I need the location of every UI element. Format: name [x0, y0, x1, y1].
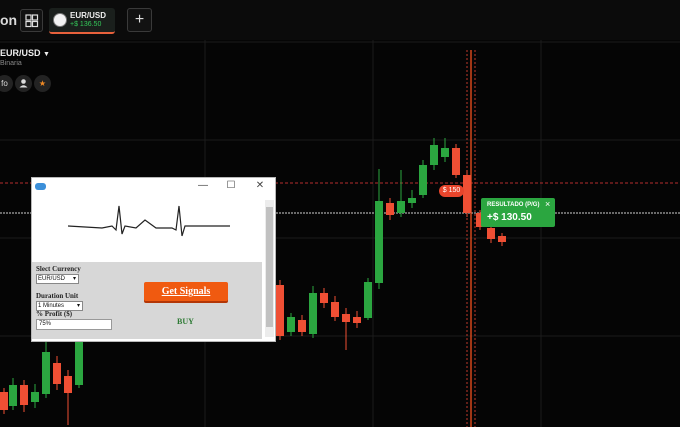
signal-result: BUY — [177, 317, 194, 326]
currency-label: Slect Currency — [36, 265, 81, 273]
strike-price-bubble: $ 150 — [439, 185, 464, 197]
signals-window: — ☐ ✕ Slect Currency EUR/USD ▾ Duration U… — [31, 177, 276, 342]
result-value: +$ 130.50 — [487, 212, 532, 223]
maximize-button[interactable]: ☐ — [225, 180, 237, 191]
candle — [42, 352, 50, 394]
app-window-icon — [35, 183, 46, 190]
candle — [353, 317, 361, 323]
candle — [320, 293, 328, 303]
candle — [364, 282, 372, 318]
app-title: on — [0, 12, 18, 28]
candle — [75, 340, 83, 385]
user-button[interactable] — [15, 75, 32, 92]
flag-icon — [53, 13, 67, 27]
candle — [375, 201, 383, 283]
candle — [9, 385, 17, 406]
duration-value: 1 Minutes — [38, 303, 65, 309]
currency-value: EUR/USD — [38, 276, 66, 282]
candle — [386, 203, 394, 215]
candle — [0, 392, 8, 410]
signal-form: Slect Currency EUR/USD ▾ Duration Unit 1 … — [32, 262, 262, 339]
profit-label: % Profit ($) — [36, 310, 73, 318]
plus-icon: + — [134, 11, 145, 28]
candle — [287, 317, 295, 332]
candle — [298, 320, 306, 332]
candle — [64, 376, 72, 393]
candle — [419, 165, 427, 195]
close-icon[interactable]: × — [545, 199, 550, 209]
candle — [397, 201, 405, 213]
candle — [331, 302, 339, 317]
candle — [342, 314, 350, 322]
user-icon — [19, 79, 28, 88]
candle — [452, 148, 460, 175]
chevron-down-icon: ▾ — [76, 303, 80, 309]
tab-pair-label: EUR/USD — [70, 11, 107, 20]
candle — [463, 175, 471, 213]
asset-tab-eurusd[interactable]: EUR/USD +$ 136.50 — [49, 8, 115, 34]
asset-type: Binaria — [0, 60, 22, 67]
candle — [309, 293, 317, 334]
heartbeat-icon — [68, 205, 230, 237]
scrollbar-thumb[interactable] — [266, 207, 273, 327]
dropdown-caret-icon: ▼ — [43, 51, 50, 58]
favorite-button[interactable]: ★ — [34, 75, 51, 92]
asset-selector[interactable]: EUR/USD ▼ — [0, 48, 50, 58]
add-tab-button[interactable]: + — [127, 8, 152, 32]
candle — [430, 145, 438, 165]
candle — [487, 228, 495, 239]
info-label: fo — [1, 79, 8, 88]
profit-input[interactable]: 75% — [36, 319, 112, 330]
star-icon: ★ — [38, 79, 47, 88]
result-badge: RESULTADO (P/G) +$ 130.50 × — [481, 198, 555, 227]
duration-label: Duration Unit — [36, 292, 79, 300]
asset-pair-label: EUR/USD — [0, 48, 41, 58]
candle — [498, 236, 506, 242]
candle — [276, 285, 284, 336]
profit-value: 75% — [39, 321, 52, 327]
tab-pnl-value: +$ 136.50 — [70, 21, 102, 28]
chevron-down-icon: ▾ — [72, 276, 76, 282]
candle — [408, 198, 416, 203]
currency-select[interactable]: EUR/USD ▾ — [36, 274, 79, 284]
result-title: RESULTADO (P/G) — [487, 202, 540, 208]
grid-menu-button[interactable] — [20, 9, 43, 32]
minimize-button[interactable]: — — [197, 180, 209, 191]
candle — [31, 392, 39, 402]
candle — [53, 363, 61, 384]
top-bar: on EUR/USD +$ 136.50 + — [0, 0, 680, 40]
get-signals-button[interactable]: Get Signals — [144, 282, 228, 301]
grid-icon — [25, 14, 39, 28]
candle — [441, 148, 449, 157]
close-button[interactable]: ✕ — [254, 180, 266, 191]
candle — [20, 385, 28, 405]
